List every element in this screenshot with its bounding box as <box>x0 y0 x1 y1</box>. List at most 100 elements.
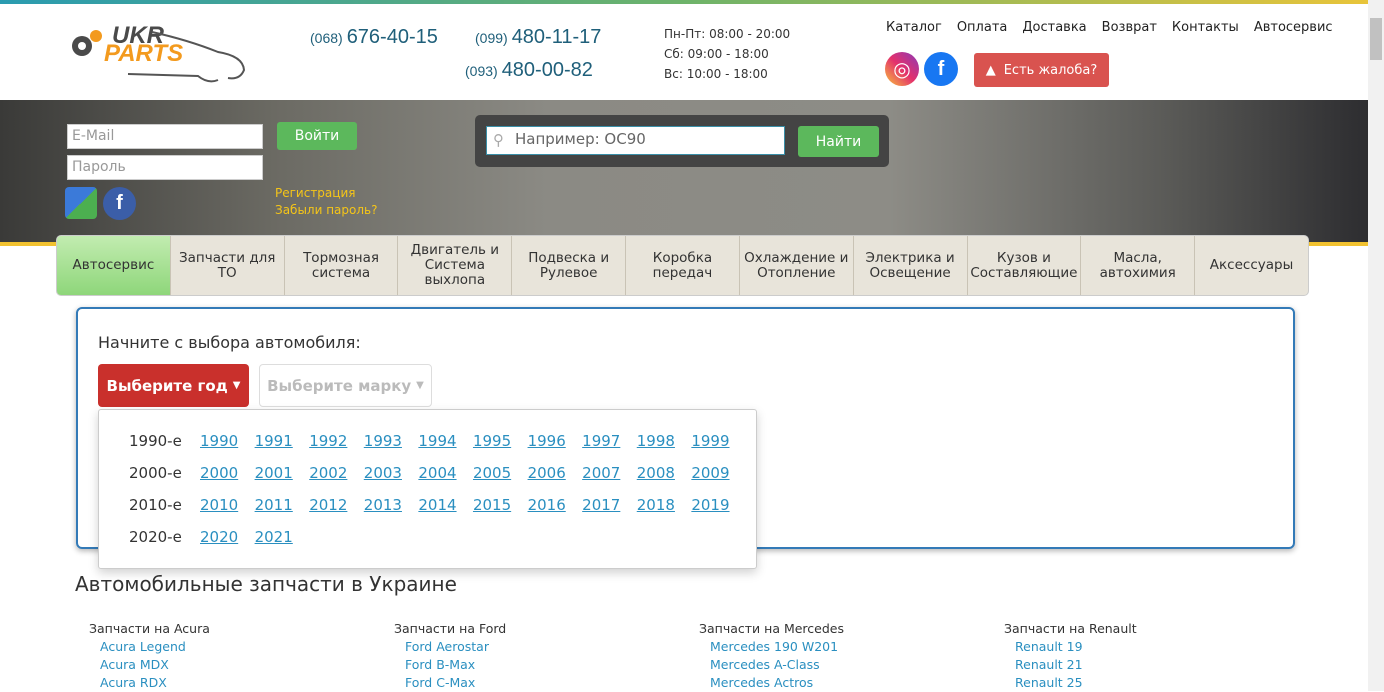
year-link[interactable]: 2002 <box>309 464 364 482</box>
model-link[interactable]: Ford B-Max <box>394 656 506 674</box>
nav-autoservice[interactable]: Автосервис <box>1254 20 1333 35</box>
model-link[interactable]: Acura Legend <box>89 638 210 656</box>
year-link[interactable]: 1993 <box>364 432 419 450</box>
select-year-button[interactable]: Выберите год ▼ <box>98 364 249 407</box>
brand-title: Запчасти на Mercedes <box>699 621 844 636</box>
model-link[interactable]: Renault 21 <box>1004 656 1137 674</box>
nav-delivery[interactable]: Доставка <box>1022 20 1086 35</box>
tab-transmission[interactable]: Коробка передач <box>626 236 740 295</box>
email-input[interactable]: E-Mail <box>67 124 263 149</box>
year-link[interactable]: 2005 <box>473 464 528 482</box>
tab-electrics-lighting[interactable]: Электрика и Освещение <box>854 236 968 295</box>
model-link[interactable]: Mercedes Actros <box>699 674 844 692</box>
year-link[interactable]: 2013 <box>364 496 419 514</box>
brand-column: Запчасти на Mercedes Mercedes 190 W201 Mer… <box>699 620 844 692</box>
year-link[interactable]: 1995 <box>473 432 528 450</box>
year-link[interactable]: 2018 <box>637 496 692 514</box>
search-icon: ⚲ <box>493 131 504 149</box>
year-link[interactable]: 2008 <box>637 464 692 482</box>
year-link[interactable]: 2017 <box>582 496 637 514</box>
year-link[interactable]: 2015 <box>473 496 528 514</box>
year-link[interactable]: 2012 <box>309 496 364 514</box>
model-link[interactable]: Ford Aerostar <box>394 638 506 656</box>
year-link[interactable]: 2009 <box>691 464 746 482</box>
brand-title: Запчасти на Renault <box>1004 621 1137 636</box>
forgot-password-link[interactable]: Забыли пароль? <box>275 203 377 217</box>
google-login-icon[interactable] <box>65 187 97 219</box>
brand-column: Запчасти на Acura Acura Legend Acura MDX Ac… <box>89 620 210 692</box>
login-button[interactable]: Войти <box>277 122 357 150</box>
phone-2[interactable]: (099) 480-11-17 <box>475 26 601 49</box>
phone-1[interactable]: (068) 676-40-15 <box>310 26 438 49</box>
facebook-login-icon[interactable]: f <box>103 187 136 220</box>
year-link[interactable]: 2019 <box>691 496 746 514</box>
password-input[interactable]: Пароль <box>67 155 263 180</box>
year-link[interactable]: 1999 <box>691 432 746 450</box>
year-link[interactable]: 1994 <box>418 432 473 450</box>
search-input[interactable]: Например: OC90 <box>486 126 785 155</box>
brand-title: Запчасти на Ford <box>394 621 507 636</box>
nav-contacts[interactable]: Контакты <box>1172 20 1239 35</box>
decade-row: 2000-е 2000 2001 2002 2003 2004 2005 2006 2007 20… <box>129 464 746 482</box>
model-link[interactable]: Renault 25 <box>1004 674 1137 692</box>
year-link[interactable]: 2007 <box>582 464 637 482</box>
year-link[interactable]: 1992 <box>309 432 364 450</box>
selector-title: Начните с выбора автомобиля: <box>98 333 361 352</box>
year-dropdown: 1990-е 1990 1991 1992 1993 1994 1995 1996 1997 19… <box>98 409 757 569</box>
year-link[interactable]: 2016 <box>528 496 583 514</box>
instagram-icon[interactable]: ◎ <box>885 52 919 86</box>
section-title: Автомобильные запчасти в Украине <box>75 572 457 596</box>
nav-return[interactable]: Возврат <box>1102 20 1157 35</box>
year-link[interactable]: 1997 <box>582 432 637 450</box>
brand-column: Запчасти на Renault Renault 19 Renault 21 R… <box>1004 620 1137 692</box>
year-link[interactable]: 2003 <box>364 464 419 482</box>
complaint-button[interactable]: ▲ Есть жалоба? <box>974 53 1109 87</box>
tab-brakes[interactable]: Тормозная система <box>285 236 399 295</box>
model-link[interactable]: Renault 19 <box>1004 638 1137 656</box>
tab-body[interactable]: Кузов и Составляющие <box>968 236 1082 295</box>
logo[interactable]: UKR PARTS <box>68 22 248 86</box>
model-link[interactable]: Mercedes A-Class <box>699 656 844 674</box>
facebook-icon[interactable]: f <box>924 52 958 86</box>
model-link[interactable]: Ford C-Max <box>394 674 506 692</box>
model-link[interactable]: Acura MDX <box>89 656 210 674</box>
tab-oils-chemicals[interactable]: Масла, автохимия <box>1081 236 1196 295</box>
decade-row: 2010-е 2010 2011 2012 2013 2014 2015 2016 2017 20… <box>129 496 746 514</box>
year-link[interactable]: 2004 <box>418 464 473 482</box>
tab-engine-exhaust[interactable]: Двигатель и Система выхлопа <box>398 236 513 295</box>
tab-cooling-heating[interactable]: Охлаждение и Отопление <box>740 236 854 295</box>
year-link[interactable]: 2011 <box>255 496 310 514</box>
tab-suspension-steering[interactable]: Подвеска и Рулевое <box>512 236 627 295</box>
year-link[interactable]: 2001 <box>255 464 310 482</box>
phone-3[interactable]: (093) 480-00-82 <box>465 59 593 82</box>
nav-payment[interactable]: Оплата <box>957 20 1008 35</box>
tab-accessories[interactable]: Аксессуары <box>1195 236 1308 295</box>
select-brand-button[interactable]: Выберите марку ▼ <box>259 364 432 407</box>
working-hours: Пн-Пт: 08:00 - 20:00 Сб: 09:00 - 18:00 Вс:… <box>664 27 791 81</box>
tab-autoservice[interactable]: Автосервис <box>57 236 171 295</box>
year-link[interactable]: 1996 <box>528 432 583 450</box>
scrollbar[interactable] <box>1368 0 1384 691</box>
year-link[interactable]: 2014 <box>418 496 473 514</box>
decade-label: 2010-е <box>129 496 182 514</box>
decade-row: 2020-е 2020 2021 <box>129 528 309 546</box>
year-link[interactable]: 2000 <box>200 464 255 482</box>
model-link[interactable]: Mercedes 190 W201 <box>699 638 844 656</box>
warning-icon: ▲ <box>985 62 996 78</box>
register-link[interactable]: Регистрация <box>275 186 355 200</box>
tab-maintenance-parts[interactable]: Запчасти для ТО <box>171 236 285 295</box>
brand-title: Запчасти на Acura <box>89 621 210 636</box>
year-link[interactable]: 1998 <box>637 432 692 450</box>
year-link[interactable]: 1990 <box>200 432 255 450</box>
top-accent-bar <box>0 0 1368 4</box>
year-link[interactable]: 1991 <box>255 432 310 450</box>
decade-label: 2000-е <box>129 464 182 482</box>
year-link[interactable]: 2010 <box>200 496 255 514</box>
scrollbar-thumb[interactable] <box>1370 18 1382 60</box>
nav-catalog[interactable]: Каталог <box>886 20 942 35</box>
year-link[interactable]: 2020 <box>200 528 255 546</box>
model-link[interactable]: Acura RDX <box>89 674 210 692</box>
search-button[interactable]: Найти <box>798 126 879 157</box>
year-link[interactable]: 2006 <box>528 464 583 482</box>
year-link[interactable]: 2021 <box>255 528 310 546</box>
